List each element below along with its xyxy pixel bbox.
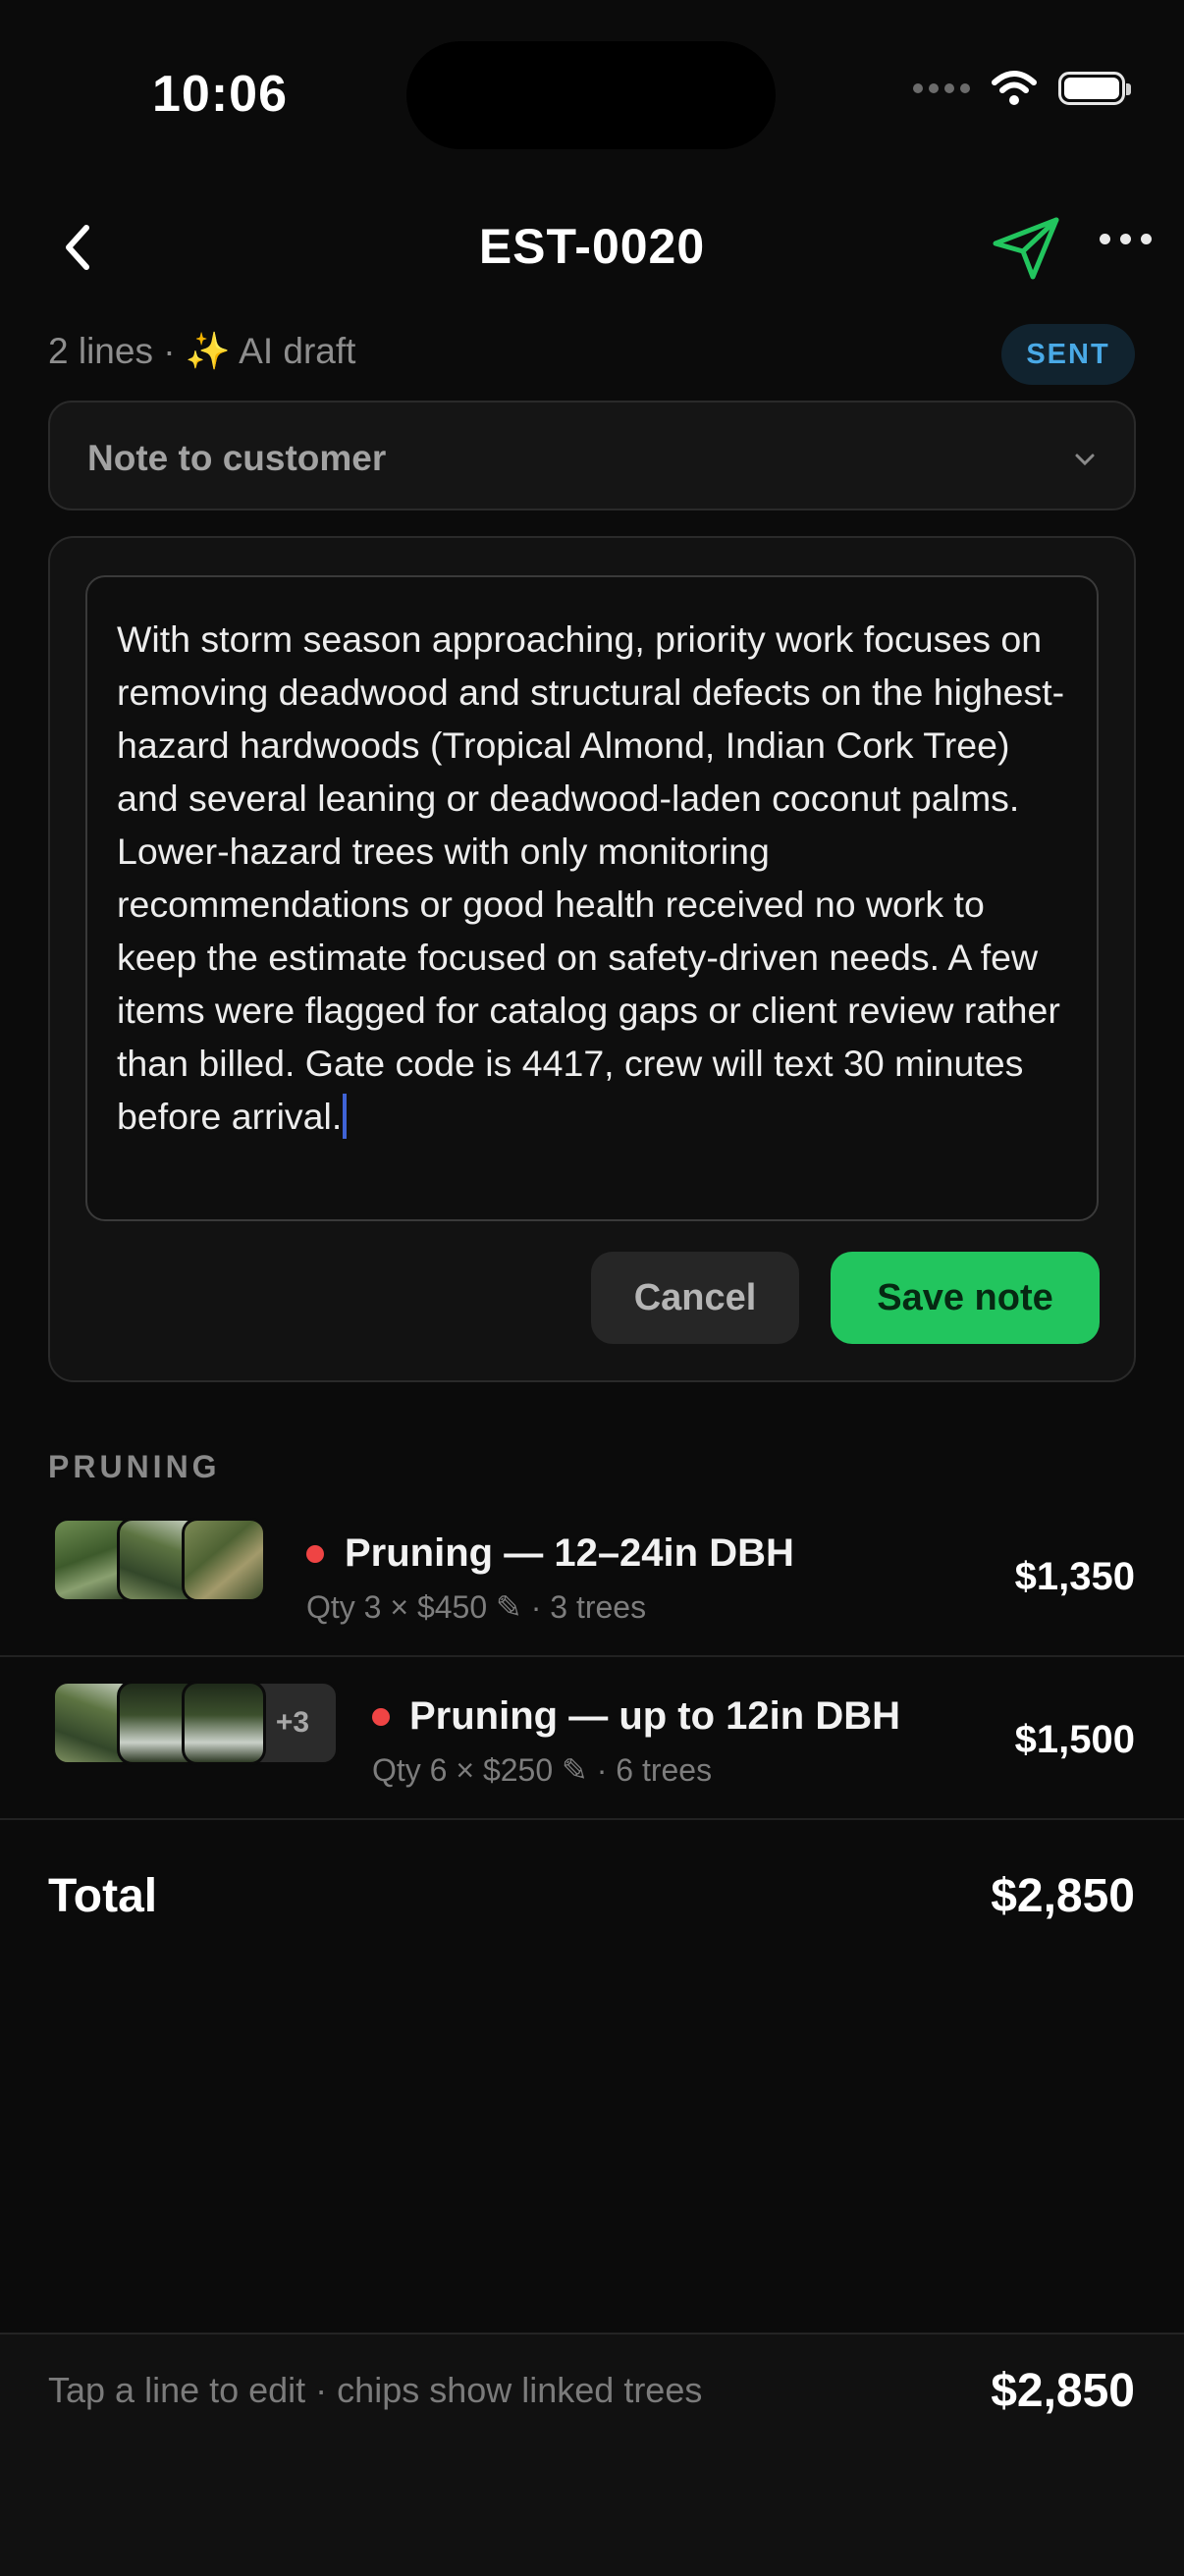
status-icons: [913, 71, 1131, 106]
section-header-pruning: PRUNING: [48, 1449, 221, 1484]
status-dot: [372, 1708, 390, 1726]
pencil-icon[interactable]: ✎: [562, 1752, 588, 1788]
chevron-down-icon: [1075, 454, 1095, 466]
tree-photo-thumbnail: [182, 1681, 266, 1765]
meta-separator: ·: [163, 331, 176, 371]
line-item-price: $1,350: [1014, 1555, 1135, 1598]
linked-tree-chips[interactable]: [52, 1518, 266, 1602]
line-item-row[interactable]: Pruning — 12–24in DBH Qty 3 × $450 ✎ · 3…: [0, 1496, 1184, 1657]
wifi-icon: [992, 71, 1037, 105]
row-divider: [0, 1818, 1184, 1820]
footer-bar: Tap a line to edit · chips show linked t…: [0, 2333, 1184, 2576]
cellular-signal-icon: [913, 83, 970, 93]
note-editor-card: With storm season approaching, priority …: [48, 536, 1136, 1382]
footer-total: $2,850: [991, 2365, 1135, 2417]
meta-separator: ·: [596, 1752, 608, 1788]
footer-hint: Tap a line to edit · chips show linked t…: [48, 2370, 703, 2410]
line-item-title: Pruning — up to 12in DBH: [409, 1694, 900, 1738]
line-count: 2 lines: [48, 331, 153, 371]
total-label: Total: [48, 1870, 158, 1922]
status-badge: SENT: [1001, 324, 1135, 385]
line-item-row[interactable]: +3 Pruning — up to 12in DBH Qty 6 × $250…: [0, 1659, 1184, 1820]
note-textarea[interactable]: With storm season approaching, priority …: [85, 575, 1099, 1221]
note-text: With storm season approaching, priority …: [117, 618, 1065, 1137]
battery-icon: [1058, 72, 1131, 105]
line-item-qty: Qty 6 × $250: [372, 1752, 554, 1788]
line-item-trees: 6 trees: [616, 1752, 713, 1788]
text-caret: [343, 1094, 348, 1139]
line-item-details: Qty 3 × $450 ✎ · 3 trees: [306, 1588, 646, 1626]
line-item-qty: Qty 3 × $450: [306, 1589, 488, 1625]
send-icon[interactable]: [990, 214, 1064, 281]
meta-separator: ·: [530, 1589, 542, 1625]
ai-draft-label: ✨ AI draft: [185, 331, 356, 371]
pencil-icon[interactable]: ✎: [496, 1589, 522, 1625]
line-item-title: Pruning — 12–24in DBH: [345, 1531, 794, 1575]
line-item-trees: 3 trees: [550, 1589, 647, 1625]
tree-photo-thumbnail: [182, 1518, 266, 1602]
dynamic-island: [406, 41, 776, 149]
total-value: $2,850: [991, 1870, 1135, 1922]
cancel-button[interactable]: Cancel: [591, 1252, 799, 1344]
row-divider: [0, 1655, 1184, 1657]
status-time: 10:06: [152, 66, 288, 123]
line-item-details: Qty 6 × $250 ✎ · 6 trees: [372, 1751, 712, 1789]
dropdown-label: Note to customer: [87, 438, 387, 478]
more-options-icon[interactable]: [1100, 234, 1152, 244]
save-note-button[interactable]: Save note: [831, 1252, 1100, 1344]
note-to-customer-dropdown[interactable]: Note to customer: [48, 401, 1136, 510]
line-item-price: $1,500: [1014, 1718, 1135, 1761]
linked-tree-chips[interactable]: +3: [52, 1681, 339, 1765]
status-dot: [306, 1545, 324, 1563]
estimate-meta: 2 lines · ✨ AI draft: [48, 331, 355, 373]
